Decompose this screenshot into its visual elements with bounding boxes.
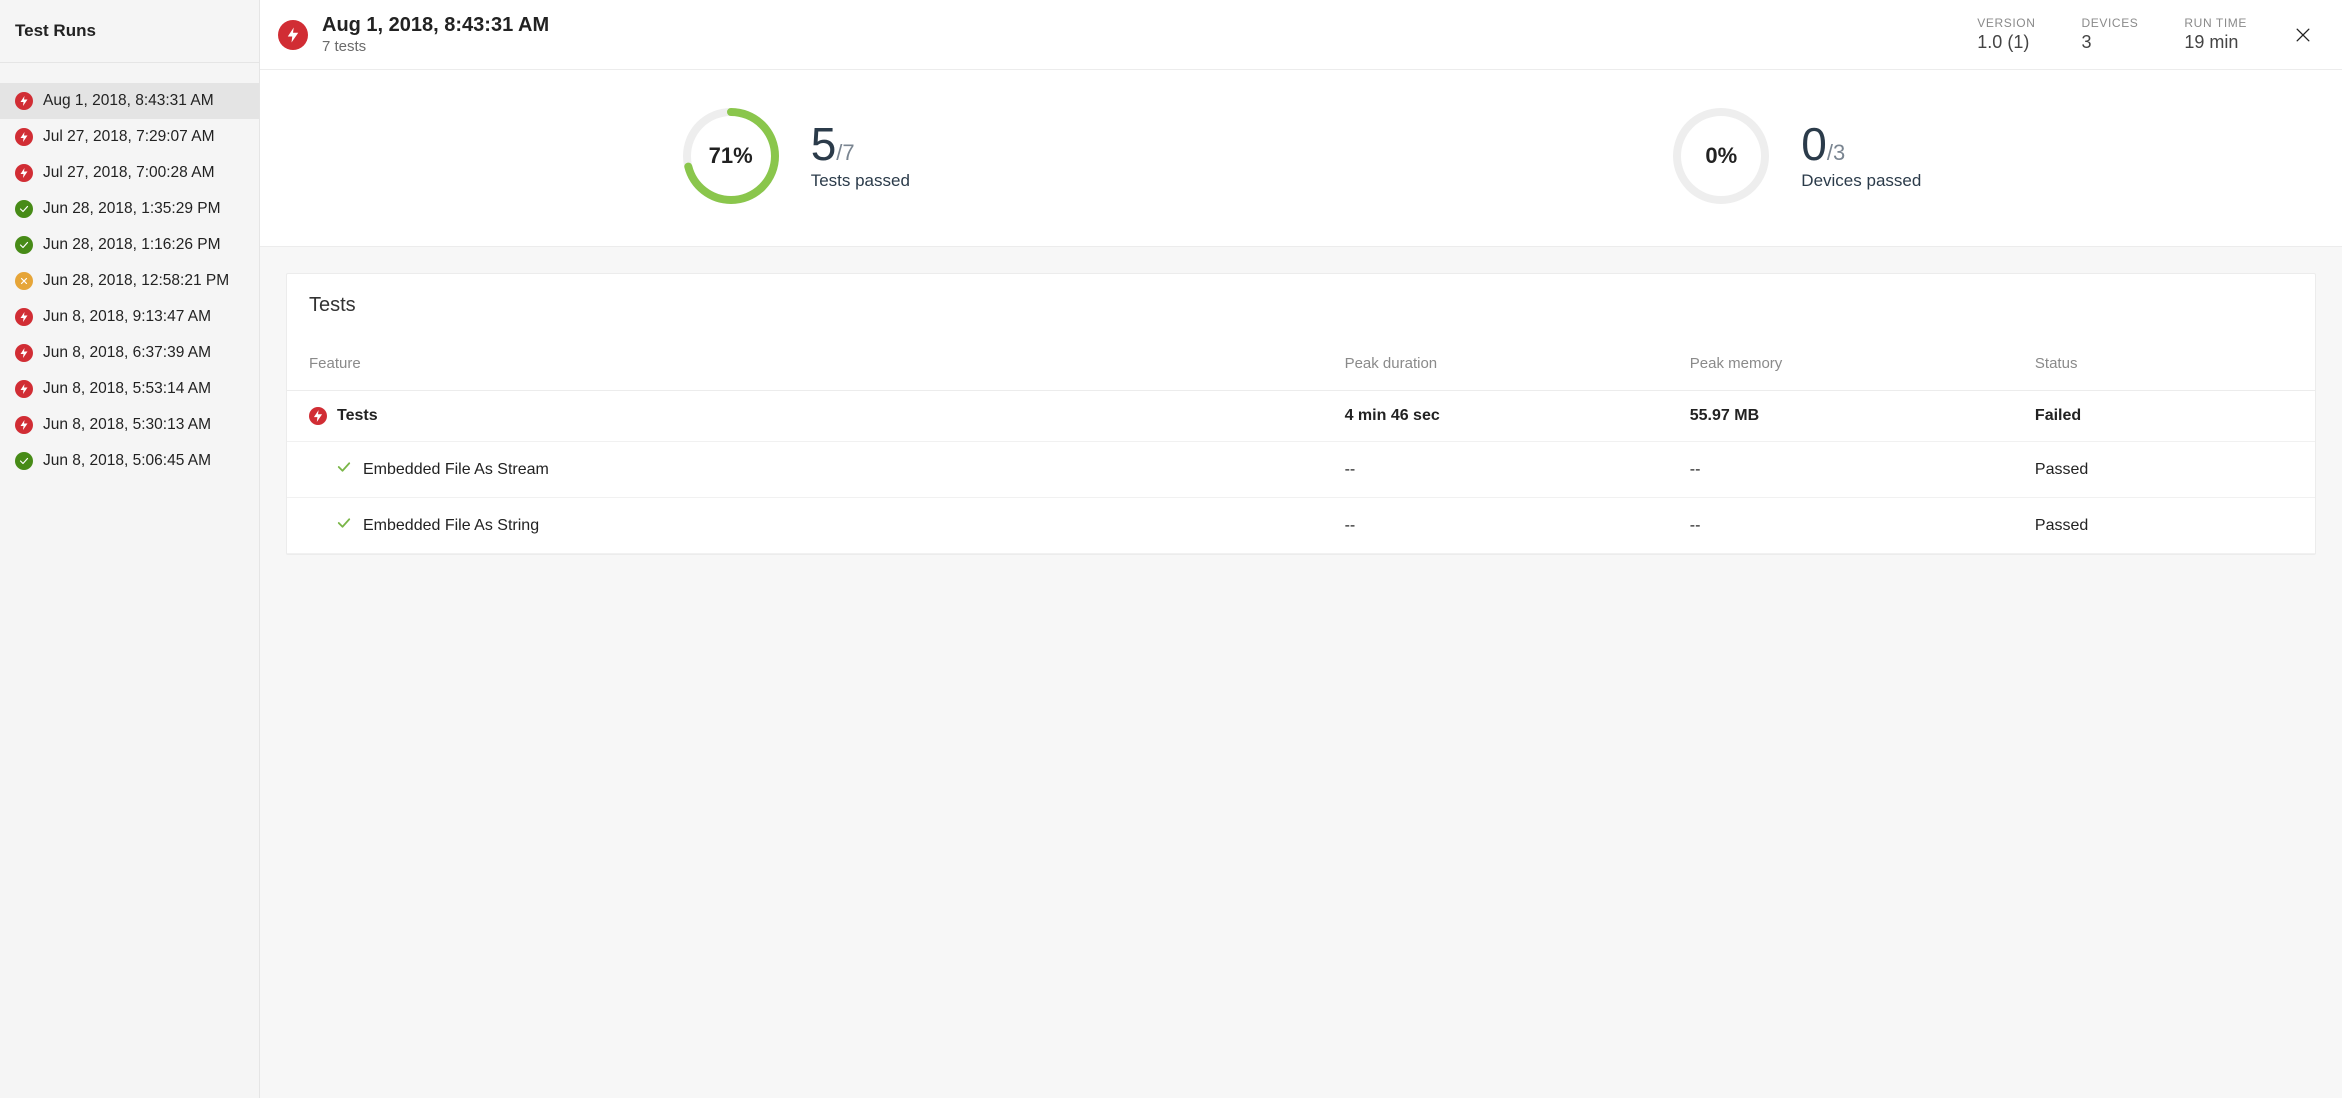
bolt-icon [15, 416, 33, 434]
run-item-label: Jun 28, 2018, 1:16:26 PM [43, 236, 221, 254]
run-item[interactable]: Jul 27, 2018, 7:00:28 AM [0, 155, 259, 191]
bolt-icon [15, 344, 33, 362]
bolt-icon [15, 164, 33, 182]
devices-fraction: 0/3 [1801, 121, 1921, 167]
peak-duration-cell: -- [1323, 498, 1668, 554]
run-item[interactable]: Jun 28, 2018, 1:16:26 PM [0, 227, 259, 263]
meta-version-value: 1.0 (1) [1977, 32, 2035, 53]
summary-devices: 0% 0/3 Devices passed [1671, 106, 1921, 206]
run-item-label: Jul 27, 2018, 7:29:07 AM [43, 128, 214, 146]
peak-memory-cell: -- [1668, 442, 2013, 498]
col-peak-memory: Peak memory [1668, 345, 2013, 391]
tests-percent: 71% [681, 106, 781, 206]
check-icon [335, 458, 353, 481]
tests-card-title: Tests [287, 274, 2315, 345]
meta-devices-label: DEVICES [2082, 16, 2139, 30]
devices-progress-ring: 0% [1671, 106, 1771, 206]
tests-numerator: 5 [811, 121, 837, 167]
run-item-label: Jun 8, 2018, 5:06:45 AM [43, 452, 211, 470]
run-title: Aug 1, 2018, 8:43:31 AM [322, 14, 549, 37]
close-button[interactable] [2289, 21, 2317, 49]
col-peak-duration: Peak duration [1323, 345, 1668, 391]
devices-denominator: /3 [1827, 142, 1845, 164]
run-item-label: Aug 1, 2018, 8:43:31 AM [43, 92, 214, 110]
run-item[interactable]: Jun 8, 2018, 5:30:13 AM [0, 407, 259, 443]
run-item-label: Jul 27, 2018, 7:00:28 AM [43, 164, 214, 182]
meta-devices-value: 3 [2082, 32, 2139, 53]
run-item[interactable]: Aug 1, 2018, 8:43:31 AM [0, 83, 259, 119]
topbar-title-block: Aug 1, 2018, 8:43:31 AM 7 tests [322, 14, 549, 55]
bolt-icon [15, 380, 33, 398]
run-subtitle: 7 tests [322, 38, 549, 55]
run-item[interactable]: Jun 8, 2018, 6:37:39 AM [0, 335, 259, 371]
run-item-label: Jun 8, 2018, 6:37:39 AM [43, 344, 211, 362]
tests-table: Feature Peak duration Peak memory Status… [287, 345, 2315, 554]
summary-tests: 71% 5/7 Tests passed [681, 106, 910, 206]
test-row[interactable]: Embedded File As String----Passed [287, 498, 2315, 554]
run-item[interactable]: Jun 8, 2018, 5:06:45 AM [0, 443, 259, 479]
run-item-label: Jun 28, 2018, 12:58:21 PM [43, 272, 229, 290]
meta-runtime: RUN TIME 19 min [2184, 16, 2247, 53]
bolt-icon [309, 407, 327, 425]
check-icon [15, 236, 33, 254]
main: Aug 1, 2018, 8:43:31 AM 7 tests VERSION … [260, 0, 2342, 1098]
check-icon [15, 452, 33, 470]
run-item[interactable]: Jun 28, 2018, 1:35:29 PM [0, 191, 259, 227]
summary-section: 71% 5/7 Tests passed 0% [260, 70, 2342, 247]
tests-fraction: 5/7 [811, 121, 910, 167]
test-row[interactable]: Embedded File As Stream----Passed [287, 442, 2315, 498]
run-item[interactable]: Jun 8, 2018, 5:53:14 AM [0, 371, 259, 407]
peak-duration-cell: 4 min 46 sec [1323, 391, 1668, 442]
status-cell: Passed [2013, 442, 2315, 498]
tests-progress-ring: 71% [681, 106, 781, 206]
status-cell: Passed [2013, 498, 2315, 554]
meta-version: VERSION 1.0 (1) [1977, 16, 2035, 53]
meta-runtime-label: RUN TIME [2184, 16, 2247, 30]
col-status: Status [2013, 345, 2315, 391]
content-area: Tests Feature Peak duration Peak memory … [260, 247, 2342, 1098]
sidebar: Test Runs Aug 1, 2018, 8:43:31 AM Jul 27,… [0, 0, 260, 1098]
feature-name: Embedded File As String [363, 517, 539, 535]
app-root: Test Runs Aug 1, 2018, 8:43:31 AM Jul 27,… [0, 0, 2342, 1098]
bolt-icon [15, 308, 33, 326]
run-list: Aug 1, 2018, 8:43:31 AM Jul 27, 2018, 7:2… [0, 63, 259, 479]
run-item-label: Jun 8, 2018, 5:30:13 AM [43, 416, 211, 434]
peak-memory-cell: 55.97 MB [1668, 391, 2013, 442]
col-feature: Feature [287, 345, 1323, 391]
sidebar-title: Test Runs [0, 0, 259, 63]
x-icon [15, 272, 33, 290]
feature-name: Embedded File As Stream [363, 461, 549, 479]
run-item[interactable]: Jun 8, 2018, 9:13:47 AM [0, 299, 259, 335]
check-icon [15, 200, 33, 218]
run-status-icon [278, 20, 308, 50]
devices-numerator: 0 [1801, 121, 1827, 167]
bolt-icon [15, 92, 33, 110]
run-item[interactable]: Jun 28, 2018, 12:58:21 PM [0, 263, 259, 299]
tests-caption: Tests passed [811, 171, 910, 191]
run-item-label: Jun 8, 2018, 5:53:14 AM [43, 380, 211, 398]
devices-percent: 0% [1671, 106, 1771, 206]
bolt-icon [15, 128, 33, 146]
feature-name: Tests [337, 407, 378, 425]
tests-card: Tests Feature Peak duration Peak memory … [286, 273, 2316, 555]
meta-devices: DEVICES 3 [2082, 16, 2139, 53]
devices-caption: Devices passed [1801, 171, 1921, 191]
status-cell: Failed [2013, 391, 2315, 442]
meta-runtime-value: 19 min [2184, 32, 2247, 53]
meta-version-label: VERSION [1977, 16, 2035, 30]
run-item-label: Jun 8, 2018, 9:13:47 AM [43, 308, 211, 326]
run-item[interactable]: Jul 27, 2018, 7:29:07 AM [0, 119, 259, 155]
peak-memory-cell: -- [1668, 498, 2013, 554]
run-item-label: Jun 28, 2018, 1:35:29 PM [43, 200, 221, 218]
tests-denominator: /7 [836, 142, 854, 164]
check-icon [335, 514, 353, 537]
peak-duration-cell: -- [1323, 442, 1668, 498]
test-row[interactable]: Tests 4 min 46 sec55.97 MBFailed [287, 391, 2315, 442]
topbar: Aug 1, 2018, 8:43:31 AM 7 tests VERSION … [260, 0, 2342, 70]
